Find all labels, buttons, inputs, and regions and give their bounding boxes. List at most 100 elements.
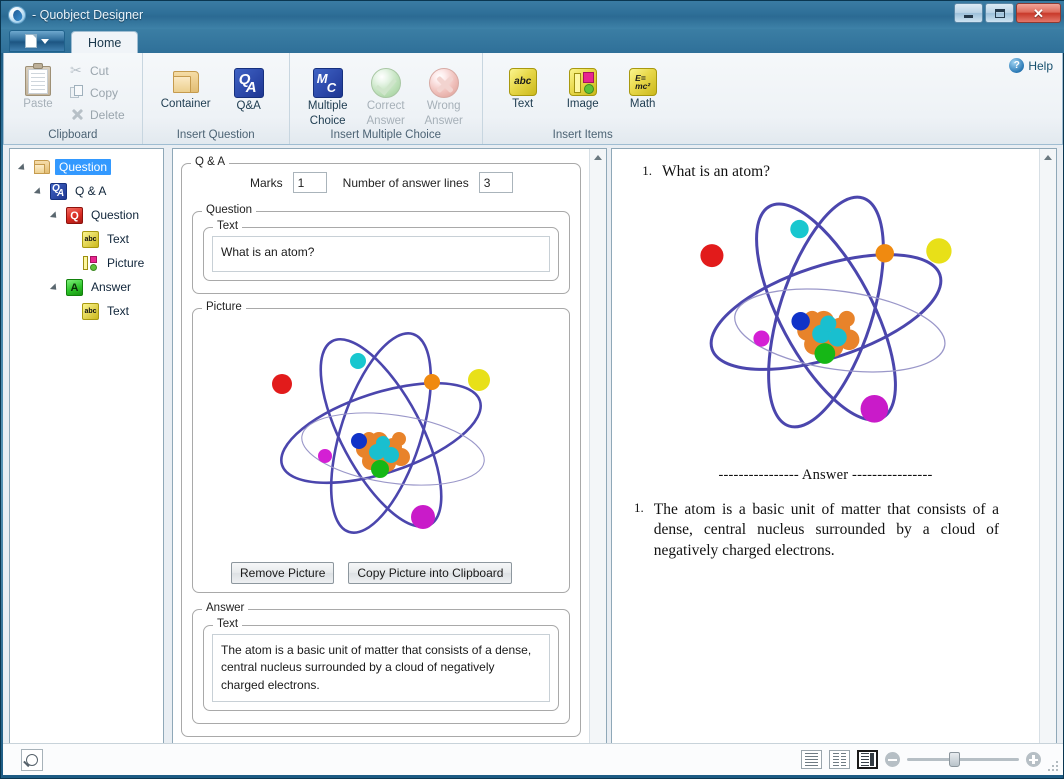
zoom-in-button[interactable] <box>1026 752 1041 767</box>
file-menu-icon <box>25 34 37 48</box>
expand-triangle-icon[interactable] <box>50 281 62 293</box>
qa-group-label: Q & A <box>191 156 230 168</box>
magnifier-icon <box>26 753 38 766</box>
tab-home[interactable]: Home <box>71 31 139 53</box>
expand-triangle-icon[interactable] <box>18 161 30 173</box>
math-label: Math <box>629 98 656 110</box>
folder-icon <box>171 68 201 96</box>
picture-group-label: Picture <box>202 301 246 313</box>
preview-vertical-scrollbar[interactable] <box>1039 149 1056 769</box>
answer-text-input[interactable]: The atom is a basic unit of matter that … <box>212 634 550 703</box>
scroll-up-button[interactable] <box>1040 149 1057 166</box>
insert-multiple-choice-button[interactable]: MC Multiple Choice <box>302 63 354 129</box>
preview-answer: 1. The atom is a basic unit of matter th… <box>634 500 1017 561</box>
preview-answer-text: The atom is a basic unit of matter that … <box>653 501 999 559</box>
tree-item-answer-text[interactable]: abc Text <box>12 299 163 323</box>
remove-picture-button[interactable]: Remove Picture <box>231 562 335 584</box>
picture-group: Picture Remove Picture Copy Picture into… <box>192 301 570 593</box>
tree-item-question[interactable]: Q Question <box>12 203 163 227</box>
insert-text-button[interactable]: abc Text <box>497 63 549 112</box>
tree-item-label: Answer <box>91 280 132 294</box>
qa-icon: QA <box>50 182 67 200</box>
insert-qa-button[interactable]: QA Q&A <box>223 63 275 114</box>
preview-page[interactable]: 1. What is an atom? ---------------- Ans… <box>612 149 1039 769</box>
container-label: Container <box>160 98 211 110</box>
delete-label: Delete <box>90 107 125 122</box>
zoom-slider[interactable] <box>907 752 1019 767</box>
tree-item-answer[interactable]: A Answer <box>12 275 163 299</box>
math-icon: E= mc² <box>628 68 657 96</box>
quobject-logo-icon <box>8 6 26 24</box>
picture-preview[interactable] <box>203 317 559 554</box>
image-label: Image <box>566 98 599 110</box>
insert-container-button[interactable]: Container <box>157 63 215 112</box>
main-area: Question QA Q & A Q Question abc Text Pi… <box>3 145 1063 773</box>
zoom-slider-thumb[interactable] <box>949 752 960 767</box>
zoom-out-button[interactable] <box>885 752 900 767</box>
preview-pane: 1. What is an atom? ---------------- Ans… <box>611 148 1057 770</box>
editor-vertical-scrollbar[interactable] <box>589 149 606 769</box>
group-label-insert-items: Insert Items <box>552 129 613 141</box>
single-page-view-button[interactable] <box>801 750 822 769</box>
answer-group: Answer Text The atom is a basic unit of … <box>192 602 570 725</box>
picture-icon <box>82 255 99 272</box>
group-label-insert-multiple-choice: Insert Multiple Choice <box>330 129 441 141</box>
abc-glyph: abc <box>514 76 532 87</box>
scroll-up-button[interactable] <box>590 149 607 166</box>
insert-correct-answer-button[interactable]: Correct Answer <box>360 63 412 129</box>
help-button[interactable]: ? Help <box>1009 58 1053 73</box>
tree-item-qa[interactable]: QA Q & A <box>12 179 163 203</box>
editor-scroll-content: Q & A Marks 1 Number of answer lines 3 Q… <box>173 149 589 769</box>
preview-question-number: 1. <box>642 163 652 178</box>
atom-diagram-image <box>272 332 490 534</box>
preview-picture <box>634 183 1017 451</box>
answer-lines-input[interactable]: 3 <box>478 172 513 193</box>
find-button[interactable] <box>21 748 43 771</box>
insert-image-button[interactable]: Image <box>557 63 609 112</box>
preview-body: 1. What is an atom? ---------------- Ans… <box>612 149 1056 769</box>
expand-triangle-icon[interactable] <box>50 209 62 221</box>
file-menu-button[interactable] <box>9 30 65 52</box>
answer-group-label: Answer <box>202 602 249 614</box>
tree-item-question-root[interactable]: Question <box>12 155 163 179</box>
delete-x-icon <box>70 107 85 122</box>
tree-item-label: Picture <box>107 256 145 270</box>
ribbon-tab-strip: Home <box>1 29 1064 53</box>
resize-grip[interactable] <box>1047 760 1059 772</box>
page-thumbnail-view-button[interactable] <box>857 750 878 769</box>
abc-text-icon: abc <box>82 302 99 320</box>
application-window: - Quobject Designer ✕ Home Paste ✂ Cut C… <box>0 0 1064 779</box>
question-red-icon: Q <box>66 206 83 224</box>
copy-picture-button[interactable]: Copy Picture into Clipboard <box>348 562 513 584</box>
group-label-clipboard: Clipboard <box>48 129 98 141</box>
expand-triangle-icon[interactable] <box>34 185 46 197</box>
paste-button[interactable]: Paste <box>12 57 64 112</box>
minimize-icon <box>964 14 973 18</box>
correct-label-1: Correct <box>366 100 405 112</box>
close-button[interactable]: ✕ <box>1016 3 1061 23</box>
correct-label-2: Answer <box>366 114 405 127</box>
single-page-icon <box>805 753 818 766</box>
two-page-view-button[interactable] <box>829 750 850 769</box>
question-text-input[interactable]: What is an atom? <box>212 236 550 272</box>
insert-math-button[interactable]: E= mc² Math <box>617 63 669 112</box>
document-tree-pane[interactable]: Question QA Q & A Q Question abc Text Pi… <box>9 148 164 770</box>
maximize-button[interactable] <box>985 3 1014 23</box>
tree-item-question-picture[interactable]: Picture <box>12 251 163 275</box>
qa-icon: QA <box>233 68 264 98</box>
preview-answer-number: 1. <box>634 500 644 515</box>
copy-icon <box>70 85 85 100</box>
cut-button[interactable]: ✂ Cut <box>66 60 134 81</box>
chevron-up-icon <box>1044 155 1052 160</box>
qa-header-row: Marks 1 Number of answer lines 3 <box>192 168 570 203</box>
marks-label: Marks <box>250 175 283 190</box>
minimize-button[interactable] <box>954 3 983 23</box>
delete-button[interactable]: Delete <box>66 104 134 125</box>
tree-item-question-text[interactable]: abc Text <box>12 227 163 251</box>
marks-input[interactable]: 1 <box>292 172 327 193</box>
tree-item-label: Text <box>107 232 130 246</box>
insert-wrong-answer-button[interactable]: Wrong Answer <box>418 63 470 129</box>
question-group-label: Question <box>202 204 257 216</box>
copy-button[interactable]: Copy <box>66 82 134 103</box>
answer-green-icon: A <box>66 278 83 296</box>
